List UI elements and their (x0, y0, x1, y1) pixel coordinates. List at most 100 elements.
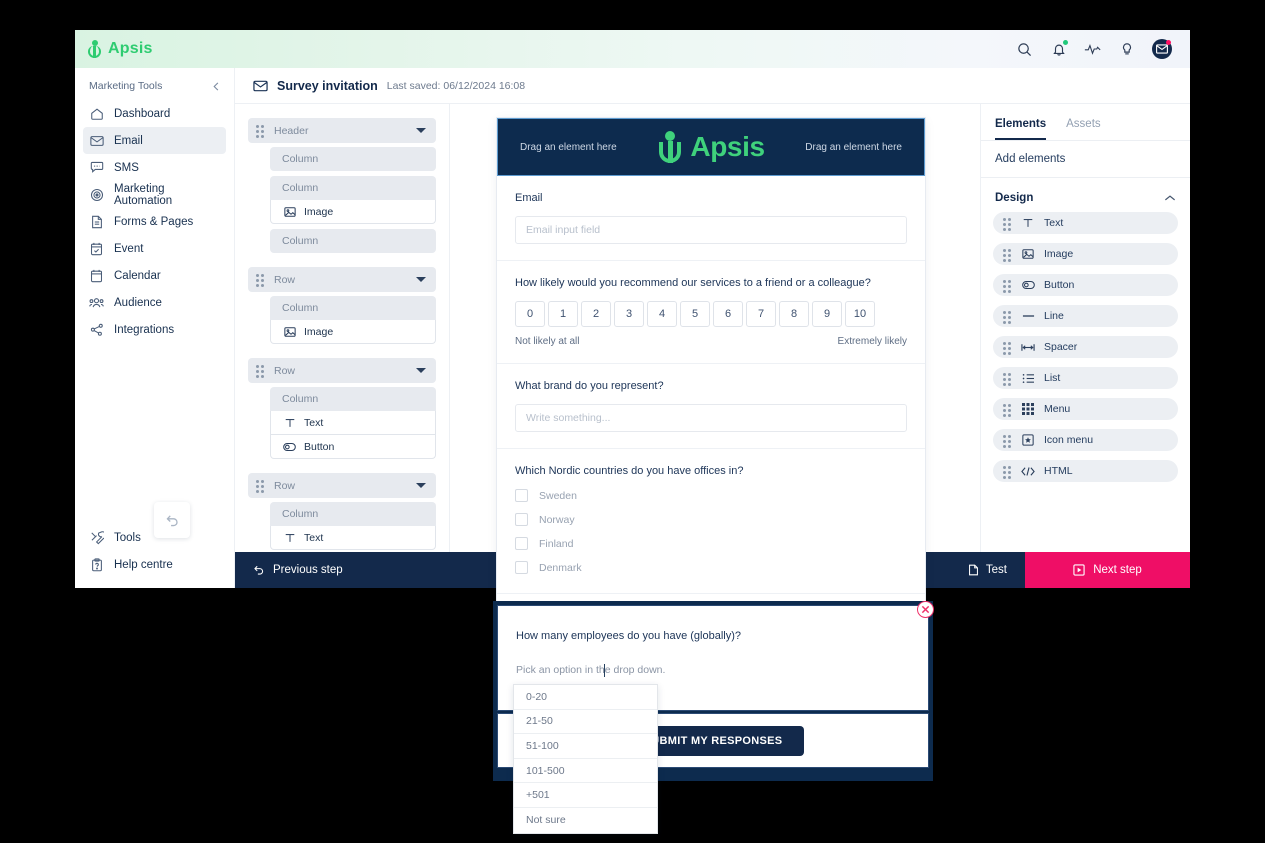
close-circle-icon[interactable] (917, 601, 934, 618)
element-item-icon-menu[interactable]: Icon menu (993, 429, 1178, 451)
checkbox-denmark[interactable] (515, 561, 528, 574)
tree-row-row[interactable]: Row (248, 267, 436, 292)
drag-placeholder-left[interactable]: Drag an element here (520, 142, 617, 153)
lightbulb-icon[interactable] (1118, 41, 1135, 58)
sidebar-item-help-centre[interactable]: Help centre (83, 551, 226, 578)
checkbox-norway[interactable] (515, 513, 528, 526)
tree-leaf-text[interactable]: Text (270, 411, 436, 435)
element-item-html[interactable]: HTML (993, 460, 1178, 482)
sidebar-item-email[interactable]: Email (83, 127, 226, 154)
element-item-text[interactable]: Text (993, 212, 1178, 234)
checkbox-row[interactable]: Finland (515, 537, 907, 550)
dropdown-option[interactable]: 51-100 (514, 734, 657, 759)
tab-assets[interactable]: Assets (1066, 118, 1101, 140)
bell-icon[interactable] (1050, 39, 1068, 58)
element-item-spacer[interactable]: Spacer (993, 336, 1178, 358)
tree-column[interactable]: Column (270, 147, 436, 171)
sidebar-item-sms[interactable]: SMS (83, 154, 226, 181)
activity-icon[interactable] (1084, 41, 1101, 58)
dropdown-option[interactable]: 21-50 (514, 710, 657, 735)
nps-option[interactable]: 6 (713, 301, 743, 327)
tree-column[interactable]: Column (270, 502, 436, 526)
sidebar-item-forms-pages[interactable]: Forms & Pages (83, 208, 226, 235)
drag-grip-icon[interactable] (256, 125, 265, 138)
nps-option[interactable]: 1 (548, 301, 578, 327)
tree-leaf-image[interactable]: Image (270, 200, 436, 224)
email-header-block[interactable]: Drag an element here Apsis Drag an eleme… (497, 118, 925, 176)
dropdown-option[interactable]: 0-20 (514, 685, 657, 710)
tree-column[interactable]: Column (270, 176, 436, 200)
element-item-image[interactable]: Image (993, 243, 1178, 265)
drag-grip-icon[interactable] (1003, 465, 1012, 479)
nps-option[interactable]: 9 (812, 301, 842, 327)
search-icon[interactable] (1016, 41, 1033, 58)
drag-grip-icon[interactable] (1003, 310, 1012, 324)
dropdown-option[interactable]: +501 (514, 783, 657, 808)
drag-grip-icon[interactable] (1003, 279, 1012, 293)
add-elements-label[interactable]: Add elements (981, 141, 1190, 178)
chevron-down-icon[interactable] (416, 128, 426, 133)
nps-option[interactable]: 2 (581, 301, 611, 327)
drag-grip-icon[interactable] (1003, 372, 1012, 386)
employees-hint[interactable]: Pick an option in the drop down. (498, 642, 928, 676)
checkbox-row[interactable]: Norway (515, 513, 907, 526)
drag-grip-icon[interactable] (1003, 217, 1012, 231)
drag-grip-icon[interactable] (1003, 434, 1012, 448)
drag-grip-icon[interactable] (256, 365, 265, 378)
checkbox-row[interactable]: Denmark (515, 561, 907, 574)
tree-row-row[interactable]: Row (248, 473, 436, 498)
sidebar-item-calendar[interactable]: Calendar (83, 262, 226, 289)
sidebar-item-marketing-automation[interactable]: Marketing Automation (83, 181, 226, 208)
undo-button[interactable] (154, 502, 190, 538)
tree-leaf-text[interactable]: Text (270, 526, 436, 550)
tree-row-header[interactable]: Header (248, 118, 436, 143)
tree-column[interactable]: Column (270, 296, 436, 320)
next-step-button[interactable]: Next step (1025, 552, 1190, 588)
chevron-up-icon[interactable] (1164, 194, 1176, 202)
drag-grip-icon[interactable] (1003, 248, 1012, 262)
nps-option[interactable]: 4 (647, 301, 677, 327)
element-item-button[interactable]: Button (993, 274, 1178, 296)
nps-option[interactable]: 10 (845, 301, 875, 327)
tree-leaf-image[interactable]: Image (270, 320, 436, 344)
sidebar-item-audience[interactable]: Audience (83, 289, 226, 316)
drag-grip-icon[interactable] (1003, 341, 1012, 355)
element-item-menu[interactable]: Menu (993, 398, 1178, 420)
sidebar-item-event[interactable]: Event (83, 235, 226, 262)
email-field-label: Email (515, 192, 543, 204)
design-section-header[interactable]: Design (981, 178, 1190, 212)
dropdown-option[interactable]: 101-500 (514, 759, 657, 784)
inbox-avatar-icon[interactable] (1152, 39, 1172, 59)
nps-option[interactable]: 5 (680, 301, 710, 327)
chevron-down-icon[interactable] (416, 277, 426, 282)
sidebar-item-integrations[interactable]: Integrations (83, 316, 226, 343)
element-item-list[interactable]: List (993, 367, 1178, 389)
checkbox-row[interactable]: Sweden (515, 489, 907, 502)
drag-grip-icon[interactable] (256, 274, 265, 287)
chevron-down-icon[interactable] (416, 368, 426, 373)
drag-grip-icon[interactable] (256, 480, 265, 493)
dropdown-option[interactable]: Not sure (514, 808, 657, 833)
tree-column[interactable]: Column (270, 387, 436, 411)
tree-column[interactable]: Column (270, 229, 436, 253)
nps-option[interactable]: 7 (746, 301, 776, 327)
nps-option[interactable]: 3 (614, 301, 644, 327)
drag-placeholder-right[interactable]: Drag an element here (805, 142, 902, 153)
previous-step-button[interactable]: Previous step (235, 564, 343, 576)
nps-option[interactable]: 0 (515, 301, 545, 327)
brand-input[interactable]: Write something... (515, 404, 907, 432)
drag-grip-icon[interactable] (1003, 403, 1012, 417)
checkbox-finland[interactable] (515, 537, 528, 550)
email-input[interactable]: Email input field (515, 216, 907, 244)
brand-logo[interactable]: Apsis (87, 40, 153, 58)
nps-option[interactable]: 8 (779, 301, 809, 327)
tab-elements[interactable]: Elements (995, 118, 1047, 140)
test-button[interactable]: Test (950, 552, 1025, 588)
chevron-down-icon[interactable] (416, 483, 426, 488)
checkbox-sweden[interactable] (515, 489, 528, 502)
element-item-line[interactable]: Line (993, 305, 1178, 327)
sidebar-item-dashboard[interactable]: Dashboard (83, 100, 226, 127)
tree-row-row[interactable]: Row (248, 358, 436, 383)
tree-leaf-button[interactable]: Button (270, 435, 436, 459)
chevron-left-icon[interactable] (211, 81, 222, 92)
